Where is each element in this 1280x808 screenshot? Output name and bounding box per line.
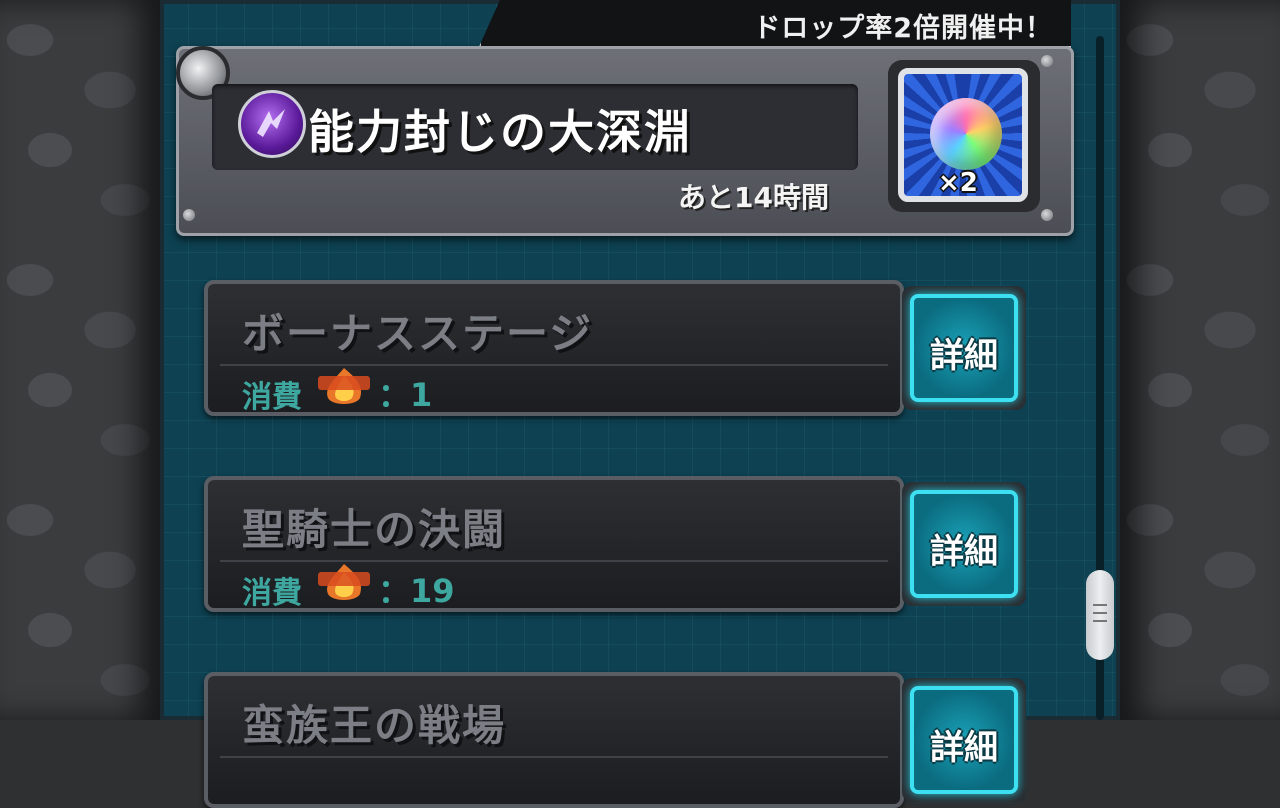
rivet: [1041, 55, 1053, 67]
time-remaining: あと14時間: [678, 181, 829, 214]
drop-rate-text: ドロップ率2倍開催中！: [753, 13, 1053, 44]
quest-row[interactable]: 聖騎士の決闘 消費 ：19 詳細: [204, 476, 1030, 612]
detail-label: 詳細: [930, 532, 998, 572]
cost-label: 消費: [242, 576, 302, 611]
scrollbar-thumb[interactable]: [1086, 570, 1114, 660]
cost-value: ：19: [378, 572, 455, 610]
stamina-icon: [318, 564, 370, 600]
detail-button[interactable]: 詳細: [902, 678, 1026, 802]
stamina-icon: [318, 368, 370, 404]
rainbow-orb-icon: [930, 98, 1002, 170]
quest-title: 聖騎士の決闘: [242, 505, 507, 554]
detail-button-face[interactable]: 詳細: [910, 490, 1018, 598]
quest-title: ボーナスステージ: [242, 309, 594, 358]
drop-rate-banner: ドロップ率2倍開催中！: [478, 0, 1071, 49]
detail-button-face[interactable]: 詳細: [910, 294, 1018, 402]
rivet: [1041, 209, 1053, 221]
dungeon-name: 能力封じの大深淵: [308, 105, 692, 159]
quest-title: 蛮族王の戦場: [242, 701, 507, 750]
detail-label: 詳細: [930, 336, 998, 376]
stone-wall-right: [1120, 0, 1280, 720]
detail-button[interactable]: 詳細: [902, 286, 1026, 410]
rivet: [183, 209, 195, 221]
detail-button[interactable]: 詳細: [902, 482, 1026, 606]
reward-multiplier: ×2: [938, 168, 978, 198]
detail-button-face[interactable]: 詳細: [910, 686, 1018, 794]
quest-row[interactable]: 蛮族王の戦場 詳細: [204, 672, 1030, 808]
quest-row[interactable]: ボーナスステージ 消費 ：1 詳細: [204, 280, 1030, 416]
detail-label: 詳細: [930, 728, 998, 768]
dark-element-icon: [238, 90, 306, 158]
cost-value: ：1: [378, 376, 433, 414]
stone-wall-left: [0, 0, 160, 720]
cost-label: 消費: [242, 380, 302, 415]
